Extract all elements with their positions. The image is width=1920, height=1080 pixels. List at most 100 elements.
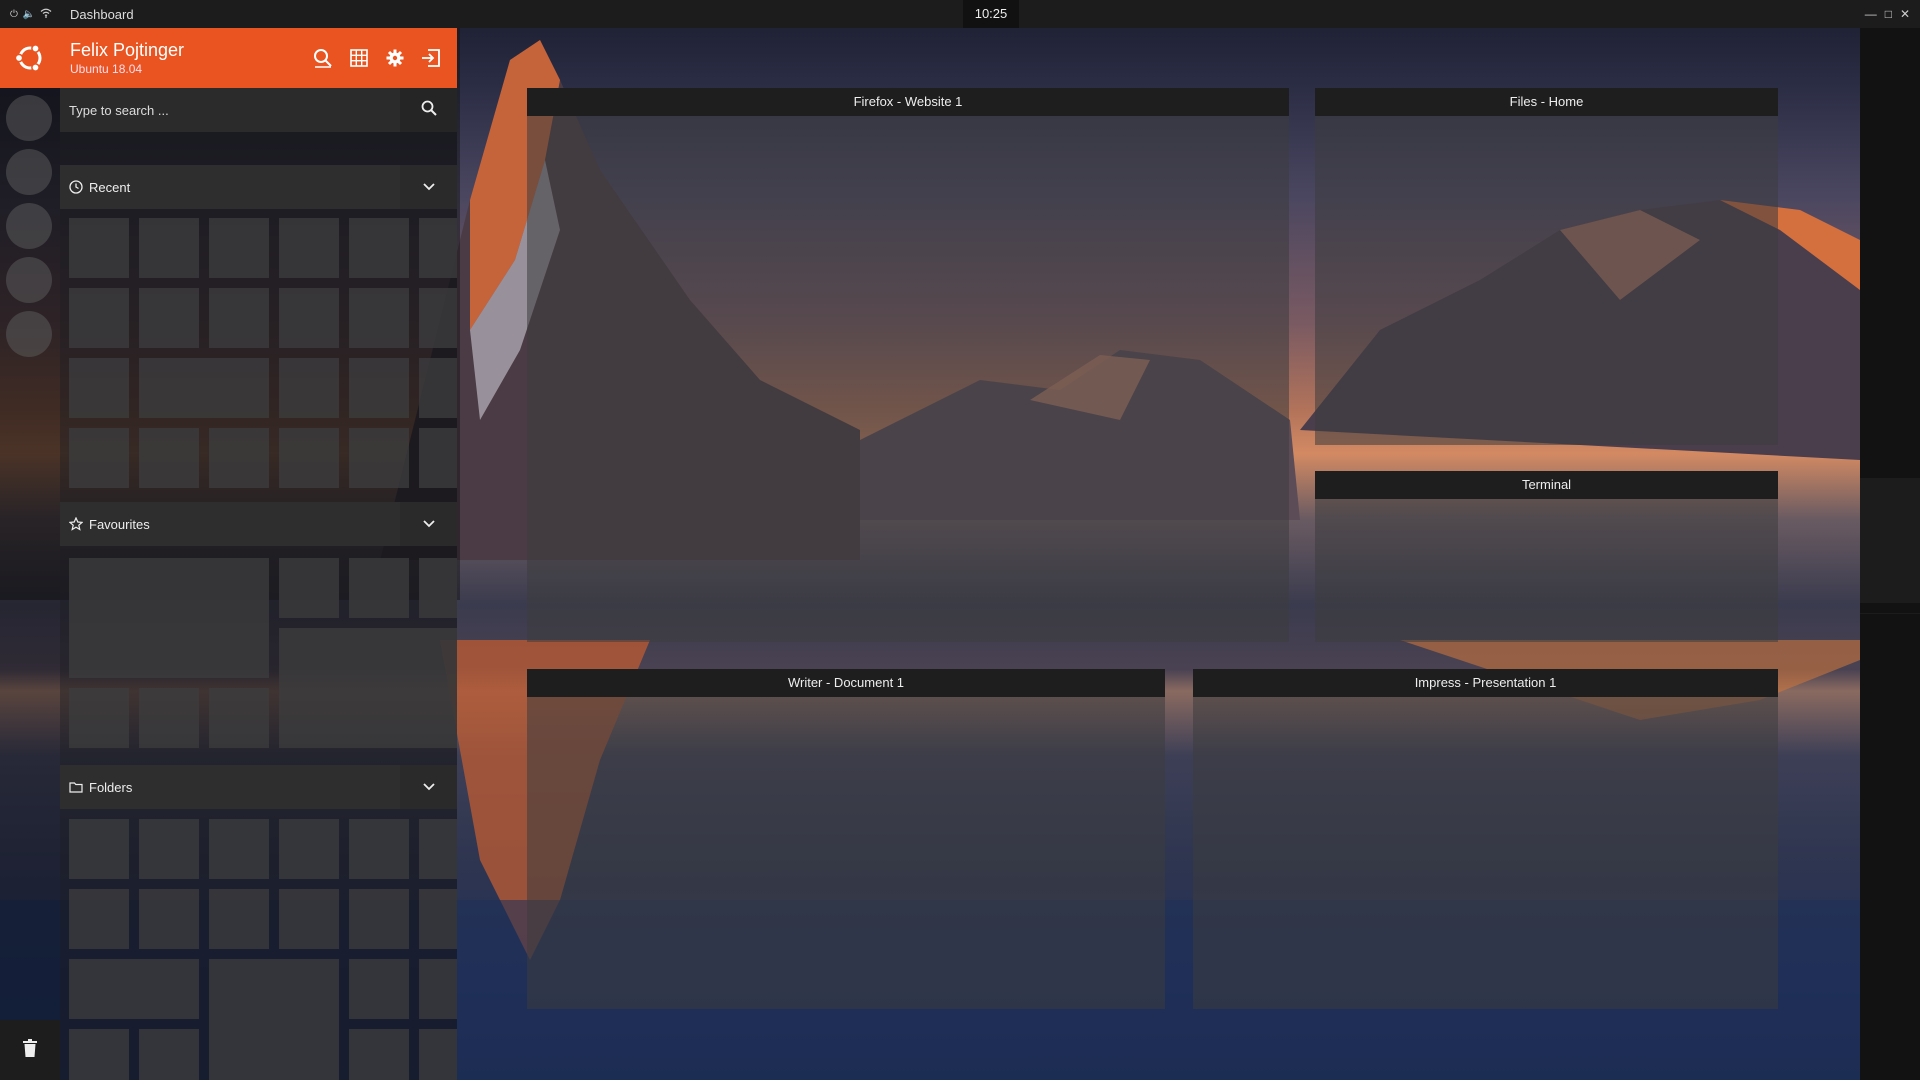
recent-tile[interactable] bbox=[349, 428, 409, 488]
search-icon bbox=[421, 100, 437, 121]
chevron-down-icon[interactable] bbox=[400, 502, 457, 546]
window-preview-impress[interactable]: Impress - Presentation 1 bbox=[1193, 669, 1778, 1009]
folder-tile[interactable] bbox=[349, 1029, 409, 1080]
window-preview-writer[interactable]: Writer - Document 1 bbox=[527, 669, 1165, 1009]
folder-tile[interactable] bbox=[209, 889, 269, 949]
dock-item[interactable] bbox=[6, 203, 52, 249]
recent-tile[interactable] bbox=[139, 218, 199, 278]
folder-tile[interactable] bbox=[419, 1029, 457, 1080]
edge-divider bbox=[1860, 613, 1920, 614]
recent-tile[interactable] bbox=[139, 428, 199, 488]
recent-tile[interactable] bbox=[279, 358, 339, 418]
dock-item[interactable] bbox=[6, 257, 52, 303]
ubuntu-logo-icon[interactable] bbox=[0, 28, 60, 88]
folder-tile[interactable] bbox=[279, 819, 339, 879]
dock-item[interactable] bbox=[6, 149, 52, 195]
folder-tile[interactable] bbox=[419, 889, 457, 949]
grid-icon[interactable] bbox=[346, 43, 372, 73]
recent-tile[interactable] bbox=[69, 358, 129, 418]
clock[interactable]: 10:25 bbox=[963, 0, 1019, 28]
recent-tile[interactable] bbox=[139, 358, 269, 418]
dock-item[interactable] bbox=[6, 311, 52, 357]
logout-icon[interactable] bbox=[418, 43, 444, 73]
recent-tile[interactable] bbox=[69, 288, 129, 348]
launcher-dock bbox=[0, 88, 60, 1080]
search-icon[interactable] bbox=[310, 43, 336, 73]
folder-tile[interactable] bbox=[349, 959, 409, 1019]
maximize-icon[interactable]: □ bbox=[1885, 7, 1892, 21]
window-title: Files - Home bbox=[1315, 88, 1778, 116]
recent-tile[interactable] bbox=[349, 358, 409, 418]
folder-tile[interactable] bbox=[139, 1029, 199, 1080]
favourite-tile[interactable] bbox=[349, 558, 409, 618]
recent-tile[interactable] bbox=[349, 288, 409, 348]
clock-icon bbox=[69, 180, 83, 194]
dock-item[interactable] bbox=[6, 95, 52, 141]
favourite-tile[interactable] bbox=[69, 558, 269, 678]
chevron-down-icon[interactable] bbox=[400, 765, 457, 809]
favourite-tile[interactable] bbox=[279, 628, 457, 748]
search-button[interactable] bbox=[400, 88, 457, 132]
window-title: Impress - Presentation 1 bbox=[1193, 669, 1778, 697]
favourite-tile[interactable] bbox=[279, 558, 339, 618]
recent-tile[interactable] bbox=[419, 428, 457, 488]
window-controls: — □ ✕ bbox=[1865, 7, 1910, 21]
system-tray[interactable]: ⏻ 🔈 bbox=[0, 8, 70, 21]
os-version: Ubuntu 18.04 bbox=[70, 62, 143, 76]
recent-tile[interactable] bbox=[209, 428, 269, 488]
favourite-tile[interactable] bbox=[419, 558, 457, 618]
recent-tile[interactable] bbox=[209, 218, 269, 278]
recent-tile[interactable] bbox=[419, 218, 457, 278]
folder-tile[interactable] bbox=[419, 819, 457, 879]
folder-tile[interactable] bbox=[69, 889, 129, 949]
window-title: Writer - Document 1 bbox=[527, 669, 1165, 697]
section-folders[interactable]: Folders bbox=[60, 765, 457, 809]
folder-tile[interactable] bbox=[69, 819, 129, 879]
recent-tile[interactable] bbox=[69, 428, 129, 488]
recent-tile[interactable] bbox=[209, 288, 269, 348]
wifi-icon[interactable] bbox=[40, 8, 52, 21]
folder-tile[interactable] bbox=[419, 959, 457, 1019]
minimize-icon[interactable]: — bbox=[1865, 7, 1877, 21]
close-icon[interactable]: ✕ bbox=[1900, 7, 1910, 21]
recent-tile[interactable] bbox=[279, 218, 339, 278]
folder-tile[interactable] bbox=[209, 959, 339, 1080]
folder-tile[interactable] bbox=[69, 1029, 129, 1080]
volume-icon[interactable]: 🔈 bbox=[23, 9, 35, 20]
folder-tile[interactable] bbox=[69, 959, 199, 1019]
star-icon bbox=[69, 517, 83, 531]
recent-tile[interactable] bbox=[69, 218, 129, 278]
chevron-down-icon[interactable] bbox=[400, 165, 457, 209]
recent-tile[interactable] bbox=[279, 288, 339, 348]
folder-tile[interactable] bbox=[139, 819, 199, 879]
folder-tile[interactable] bbox=[349, 889, 409, 949]
folder-tile[interactable] bbox=[349, 819, 409, 879]
gear-icon[interactable] bbox=[382, 43, 408, 73]
header-actions bbox=[310, 43, 444, 73]
recent-tile[interactable] bbox=[139, 288, 199, 348]
window-preview-terminal[interactable]: Terminal bbox=[1315, 471, 1778, 642]
recent-tile[interactable] bbox=[349, 218, 409, 278]
folder-tile[interactable] bbox=[209, 819, 269, 879]
trash-icon bbox=[23, 1038, 37, 1062]
favourite-tile[interactable] bbox=[209, 688, 269, 748]
user-info: Felix Pojtinger Ubuntu 18.04 bbox=[70, 40, 184, 76]
window-preview-firefox[interactable]: Firefox - Website 1 bbox=[527, 88, 1289, 642]
power-icon[interactable]: ⏻ bbox=[10, 9, 18, 20]
recent-tile[interactable] bbox=[419, 288, 457, 348]
edge-tab[interactable] bbox=[1860, 478, 1920, 603]
folder-tile[interactable] bbox=[279, 889, 339, 949]
recent-tile[interactable] bbox=[419, 358, 457, 418]
favourite-tile[interactable] bbox=[139, 688, 199, 748]
trash-button[interactable] bbox=[0, 1020, 60, 1080]
section-favourites[interactable]: Favourites bbox=[60, 502, 457, 546]
section-recent[interactable]: Recent bbox=[60, 165, 457, 209]
folder-tile[interactable] bbox=[139, 889, 199, 949]
dash-header: Felix Pojtinger Ubuntu 18.04 bbox=[0, 28, 457, 88]
dash-panel: Recent Favourites bbox=[60, 88, 457, 1080]
window-preview-files[interactable]: Files - Home bbox=[1315, 88, 1778, 445]
recent-tile[interactable] bbox=[279, 428, 339, 488]
search-input[interactable] bbox=[60, 88, 400, 132]
favourite-tile[interactable] bbox=[69, 688, 129, 748]
window-title: Firefox - Website 1 bbox=[527, 88, 1289, 116]
